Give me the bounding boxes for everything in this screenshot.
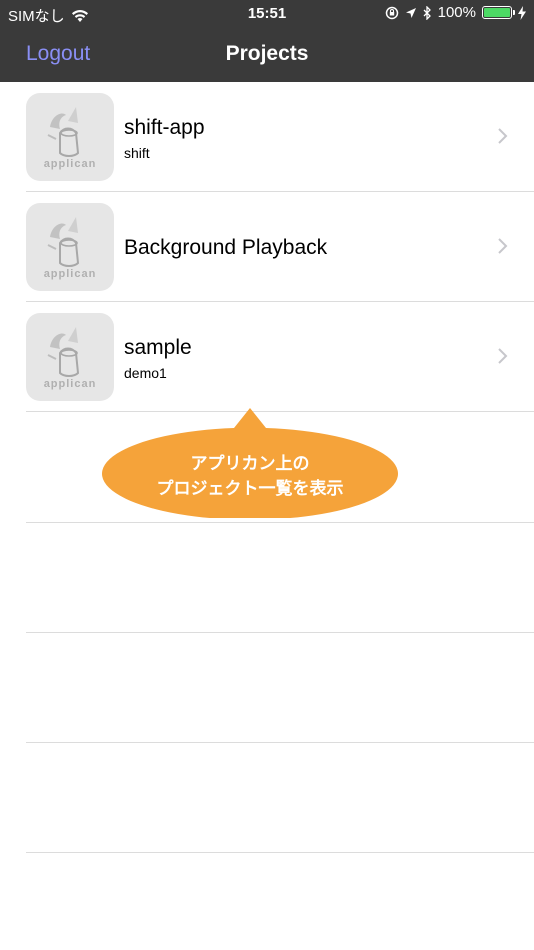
battery-icon xyxy=(482,6,515,19)
project-subtitle: demo1 xyxy=(124,365,167,381)
empty-row-divider xyxy=(26,852,534,853)
chevron-right-icon xyxy=(498,128,508,144)
app-icon: applican xyxy=(26,93,114,181)
battery-fill xyxy=(484,8,510,17)
page-title: Projects xyxy=(225,42,309,65)
callout-line-2: プロジェクト一覧を表示 xyxy=(156,479,344,499)
callout-line-1: アプリカン上の xyxy=(190,454,310,474)
empty-row-divider xyxy=(26,742,534,743)
app-icon-label: applican xyxy=(43,158,97,170)
battery-percent: 100% xyxy=(437,4,476,21)
chevron-right-icon xyxy=(498,238,508,254)
orientation-lock-icon xyxy=(385,6,398,19)
location-icon xyxy=(405,7,416,18)
navigation-bar: SIMなし 15:51 100% Logout Projects xyxy=(0,0,534,82)
chevron-right-icon xyxy=(498,348,508,364)
project-title: shift-app xyxy=(124,116,205,139)
empty-row-divider xyxy=(26,632,534,633)
status-right: 100% xyxy=(385,4,526,21)
empty-row-divider xyxy=(26,522,534,523)
project-row[interactable]: applican sample demo1 xyxy=(0,302,534,412)
project-row[interactable]: applican Background Playback xyxy=(0,192,534,302)
charging-icon xyxy=(518,5,526,20)
project-subtitle: shift xyxy=(124,145,150,161)
app-icon: applican xyxy=(26,203,114,291)
bluetooth-icon xyxy=(423,5,431,20)
callout-text: アプリカン上の プロジェクト一覧を表示 xyxy=(102,452,398,502)
project-row[interactable]: applican shift-app shift xyxy=(0,82,534,192)
app-icon: applican xyxy=(26,313,114,401)
app-icon-label: applican xyxy=(43,378,97,390)
project-title: sample xyxy=(124,336,192,359)
project-title: Background Playback xyxy=(124,236,328,259)
app-icon-label: applican xyxy=(43,268,97,280)
